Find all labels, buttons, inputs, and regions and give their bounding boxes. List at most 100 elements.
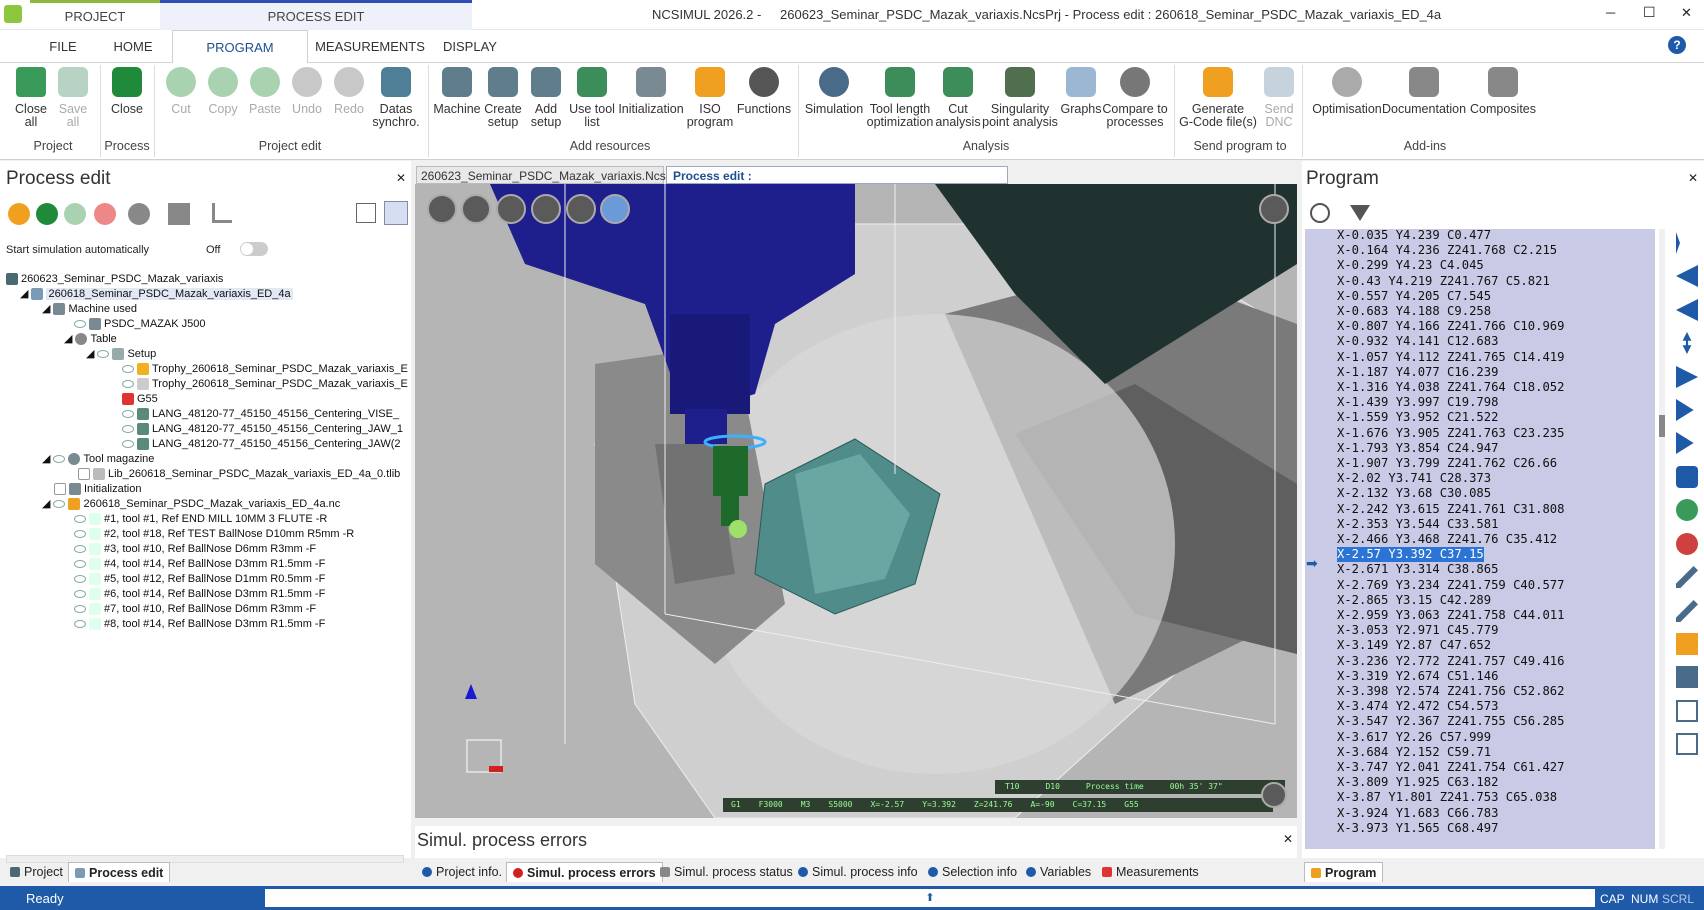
- tab-simul-info[interactable]: Simul. process info: [792, 862, 924, 882]
- graphs-button[interactable]: Graphs: [1058, 67, 1104, 116]
- detail-view-icon[interactable]: [384, 201, 408, 225]
- remove-breakpoint-icon[interactable]: [1676, 533, 1698, 555]
- tab-simul-status[interactable]: Simul. process status: [654, 862, 799, 882]
- program-line[interactable]: X-3.924 Y1.683 C66.783: [1337, 806, 1498, 821]
- view-cube-icon[interactable]: [461, 194, 491, 224]
- program-line[interactable]: X-2.959 Y3.063 Z241.758 C44.011: [1337, 608, 1564, 623]
- program-line[interactable]: X-0.807 Y4.166 Z241.766 C10.969: [1337, 319, 1564, 334]
- tab-simul-errors[interactable]: Simul. process errors: [506, 862, 663, 882]
- eye-icon[interactable]: [53, 499, 66, 508]
- eye-icon[interactable]: [74, 619, 86, 628]
- program-line[interactable]: X-2.02 Y3.741 C28.373: [1337, 471, 1491, 486]
- close-button[interactable]: Close: [110, 67, 144, 116]
- generate-gcode-button[interactable]: Generate G-Code file(s): [1178, 67, 1258, 129]
- initialization-button[interactable]: Initialization: [618, 67, 684, 116]
- document-list-icon[interactable]: [1676, 733, 1698, 755]
- eye-icon[interactable]: [74, 319, 86, 328]
- add-setup-button[interactable]: Add setup: [526, 67, 566, 129]
- eye-icon[interactable]: [74, 514, 86, 523]
- tree-item-op-8[interactable]: #8, tool #14, Ref BallNose D3mm R1.5mm -…: [74, 616, 325, 631]
- program-line[interactable]: X-2.353 Y3.544 C33.581: [1337, 517, 1498, 532]
- tree-item-op-2[interactable]: #2, tool #18, Ref TEST BallNose D10mm R5…: [74, 526, 354, 541]
- program-line[interactable]: X-3.809 Y1.925 C63.182: [1337, 775, 1498, 790]
- refresh-green-icon[interactable]: [36, 203, 58, 225]
- program-line[interactable]: X-2.865 Y3.15 C42.289: [1337, 593, 1491, 608]
- program-line[interactable]: X-3.87 Y1.801 Z241.753 C65.038: [1337, 790, 1557, 805]
- tree-item-op-7[interactable]: #7, tool #10, Ref BallNose D6mm R3mm -F: [74, 601, 316, 616]
- rotate-view-icon[interactable]: [600, 194, 630, 224]
- machine-options-icon[interactable]: [168, 203, 190, 225]
- functions-button[interactable]: Functions: [736, 67, 792, 116]
- cut-analysis-button[interactable]: Cut analysis: [935, 67, 981, 129]
- program-line[interactable]: X-2.769 Y3.234 Z241.759 C40.577: [1337, 578, 1564, 593]
- status-input-field[interactable]: ⬆: [265, 889, 1595, 907]
- tab-program[interactable]: PROGRAM: [172, 30, 308, 64]
- view-orientation-icon[interactable]: [427, 194, 457, 224]
- tree-item-g55[interactable]: G55: [122, 391, 158, 406]
- eye-icon[interactable]: [74, 574, 86, 583]
- program-scrollbar[interactable]: [1659, 229, 1665, 849]
- iso-file-icon[interactable]: [1676, 633, 1698, 655]
- tree-item-op-6[interactable]: #6, tool #14, Ref BallNose D3mm R1.5mm -…: [74, 586, 325, 601]
- program-line[interactable]: X-2.466 Y3.468 Z241.76 C35.412: [1337, 532, 1557, 547]
- program-line[interactable]: X-3.236 Y2.772 Z241.757 C49.416: [1337, 654, 1564, 669]
- eye-icon[interactable]: [74, 544, 86, 553]
- paste-button[interactable]: Paste: [248, 67, 282, 116]
- program-line[interactable]: X-1.057 Y4.112 Z241.765 C14.419: [1337, 350, 1564, 365]
- cut-button[interactable]: Cut: [164, 67, 198, 116]
- tab-measurements-panel[interactable]: Measurements: [1096, 862, 1205, 882]
- tree-item-tool-library[interactable]: Lib_260618_Seminar_PSDC_Mazak_variaxis_E…: [78, 466, 400, 481]
- simulation-button[interactable]: Simulation: [804, 67, 864, 116]
- eye-icon[interactable]: [122, 364, 134, 373]
- undo-button[interactable]: Undo: [290, 67, 324, 116]
- program-line[interactable]: X-2.242 Y3.615 Z241.761 C31.808: [1337, 502, 1564, 517]
- program-line[interactable]: X-3.547 Y2.367 Z241.755 C56.285: [1337, 714, 1564, 729]
- tab-program-panel[interactable]: Program: [1304, 862, 1384, 882]
- tree-item-initialization[interactable]: Initialization: [54, 481, 141, 496]
- datas-synchro-button[interactable]: Datas synchro.: [372, 67, 420, 129]
- refresh-light-icon[interactable]: [64, 203, 86, 225]
- tab-measurements[interactable]: MEASUREMENTS: [308, 30, 432, 63]
- program-line[interactable]: X-1.559 Y3.952 C21.522: [1337, 410, 1498, 425]
- program-line[interactable]: X-0.164 Y4.236 Z241.768 C2.215: [1337, 243, 1557, 258]
- target-icon[interactable]: [566, 194, 596, 224]
- program-line[interactable]: X-0.43 Y4.219 Z241.767 C5.821: [1337, 274, 1550, 289]
- optimisation-button[interactable]: Optimisation: [1310, 67, 1384, 116]
- tab-selection-info[interactable]: Selection info: [922, 862, 1023, 882]
- tree-item-trophy-1[interactable]: Trophy_260618_Seminar_PSDC_Mazak_variaxi…: [122, 361, 408, 376]
- doc-tab-project[interactable]: 260623_Seminar_PSDC_Mazak_variaxis.NcsPr…: [416, 166, 680, 184]
- eye-icon[interactable]: [74, 559, 86, 568]
- doc-tab-process-edit[interactable]: Process edit : 260618_Seminar_PSDC_Mazak…: [666, 166, 1008, 197]
- program-line[interactable]: X-0.683 Y4.188 C9.258: [1337, 304, 1491, 319]
- tab-project[interactable]: Project: [4, 862, 69, 882]
- use-tool-list-button[interactable]: Use tool list: [568, 67, 616, 129]
- tree-item-op-1[interactable]: #1, tool #1, Ref END MILL 10MM 3 FLUTE -…: [74, 511, 327, 526]
- layers-icon[interactable]: [496, 194, 526, 224]
- tab-home[interactable]: HOME: [100, 30, 166, 63]
- eye-icon[interactable]: [53, 454, 66, 463]
- eye-icon[interactable]: [74, 529, 86, 538]
- add-breakpoint-icon[interactable]: [1676, 499, 1698, 521]
- minimize-button[interactable]: ─: [1606, 5, 1615, 20]
- eye-icon[interactable]: [122, 424, 134, 433]
- iso-program-button[interactable]: ISO program: [686, 67, 734, 129]
- program-line[interactable]: X-3.149 Y2.87 C47.652: [1337, 638, 1491, 653]
- tree-item-tool-magazine[interactable]: ◢ Tool magazine: [42, 451, 154, 466]
- tree-item-nc-program[interactable]: ◢ 260618_Seminar_PSDC_Mazak_variaxis_ED_4…: [42, 496, 340, 511]
- tree-item-jaw-2[interactable]: LANG_48120-77_45150_45156_Centering_JAW(…: [122, 436, 401, 451]
- camera-icon[interactable]: [1259, 194, 1289, 224]
- eye-icon[interactable]: [122, 379, 134, 388]
- program-line[interactable]: X-3.474 Y2.472 C54.573: [1337, 699, 1498, 714]
- program-line[interactable]: X-3.684 Y2.152 C59.71: [1337, 745, 1491, 760]
- composites-button[interactable]: Composites: [1468, 67, 1538, 116]
- program-listing[interactable]: X-0.035 Y4.239 C0.477 X-0.164 Y4.236 Z241…: [1305, 229, 1655, 849]
- tree-item-table[interactable]: ◢ Table: [64, 331, 117, 346]
- redo-button[interactable]: Redo: [332, 67, 366, 116]
- help-icon[interactable]: ?: [1668, 36, 1686, 54]
- program-line[interactable]: X-1.439 Y3.997 C19.798: [1337, 395, 1498, 410]
- tab-variables[interactable]: Variables: [1020, 862, 1097, 882]
- program-line[interactable]: X-3.617 Y2.26 C57.999: [1337, 730, 1491, 745]
- eye-icon[interactable]: [74, 604, 86, 613]
- program-line[interactable]: X-1.676 Y3.905 Z241.763 C23.235: [1337, 426, 1564, 441]
- tab-display[interactable]: DISPLAY: [432, 30, 508, 63]
